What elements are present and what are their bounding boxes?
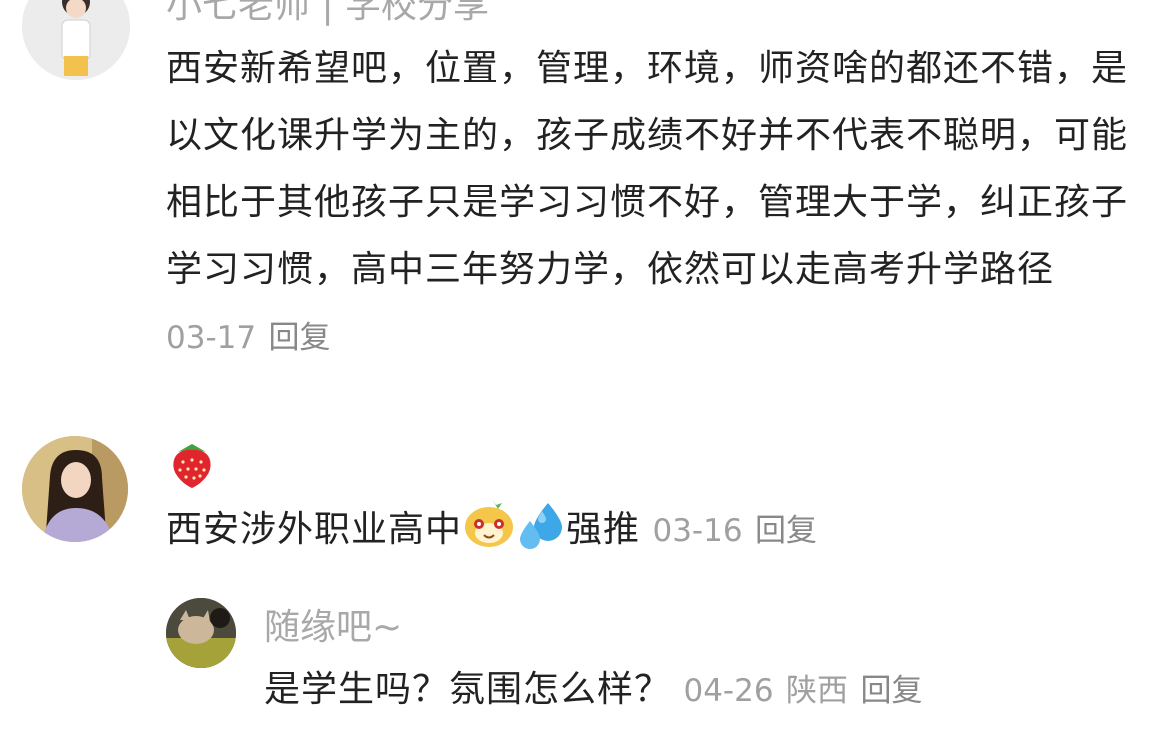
comment-1: 小七老师 | 学校分享 西安新希望吧，位置，管理，环境，师资啥的都还不错，是以文… [0, 0, 1167, 380]
sweat-droplets-icon [516, 499, 566, 571]
reply-username[interactable]: 随缘吧~ [264, 608, 402, 648]
reply-text: 是学生吗？氛围怎么样？ [264, 669, 672, 710]
avatar[interactable] [22, 436, 128, 542]
strawberry-icon [168, 434, 216, 490]
avatar[interactable] [166, 598, 236, 668]
reply-1: 随缘吧~ 是学生吗？氛围怎么样？ 04-26 陕西 回复 [0, 590, 1167, 736]
comment-date: 03-17 [166, 320, 257, 356]
cute-face-emoji-icon [462, 497, 516, 571]
reply-button[interactable]: 回复 [755, 513, 817, 549]
reply-button[interactable]: 回复 [269, 320, 331, 356]
teacher-avatar-icon [22, 0, 130, 80]
reply-date: 04-26 [683, 673, 774, 709]
comment-text: 西安新希望吧，位置，管理，环境，师资啥的都还不错，是以文化课升学为主的，孩子成绩… [166, 48, 1129, 290]
girl-avatar-icon [22, 436, 128, 542]
comment-date: 03-16 [652, 513, 743, 549]
comment-body: 西安涉外职业高中 强推 03-16 回复 [166, 496, 1141, 571]
reply-button[interactable]: 回复 [860, 673, 922, 709]
comment-text: 西安涉外职业高中 [166, 509, 463, 550]
comment-username[interactable]: 小七老师 | 学校分享 [166, 0, 489, 26]
comment-2: 西安涉外职业高中 强推 03-16 回复 随缘吧~ 是学生吗？氛围怎么样？ 04… [0, 420, 1167, 736]
reply-location: 陕西 [786, 673, 849, 709]
avatar[interactable] [22, 0, 130, 80]
comment-text: 强推 [566, 509, 641, 550]
reply-body: 是学生吗？氛围怎么样？ 04-26 陕西 回复 [264, 656, 1144, 725]
cat-avatar-icon [166, 598, 236, 668]
comment-body: 西安新希望吧，位置，管理，环境，师资啥的都还不错，是以文化课升学为主的，孩子成绩… [166, 35, 1141, 372]
